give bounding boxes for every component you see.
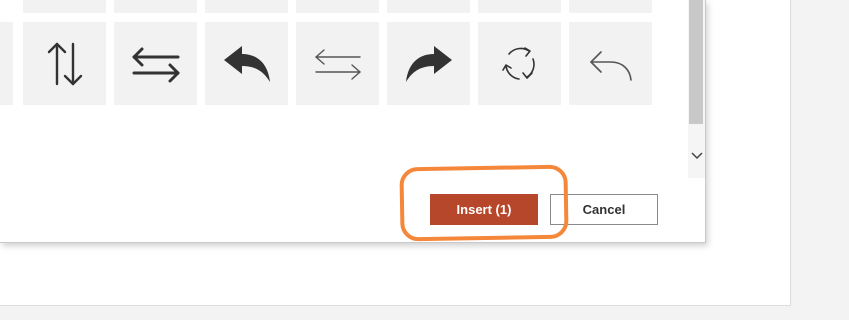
icon-tile[interactable] [0, 22, 13, 105]
icon-tile-up-down-arrows[interactable] [23, 22, 106, 105]
reply-arrow-solid-icon [223, 45, 270, 82]
left-right-arrows-thin-icon [314, 48, 361, 80]
icon-tile[interactable] [205, 0, 288, 13]
icon-tile-undo[interactable] [569, 22, 652, 105]
scrollbar-thumb[interactable] [689, 0, 703, 124]
icon-tile[interactable] [569, 0, 652, 13]
up-down-arrows-icon [47, 42, 82, 85]
icon-tile-refresh[interactable] [478, 22, 561, 105]
icon-tile[interactable] [478, 0, 561, 13]
undo-arrow-thin-icon [589, 50, 632, 81]
insert-button[interactable]: Insert (1) [430, 194, 538, 225]
scroll-down-button[interactable] [688, 146, 705, 166]
icon-grid-scrollbar[interactable] [688, 0, 705, 178]
window-gutter-right [791, 0, 849, 320]
insert-icons-dialog: Insert (1) Cancel [0, 0, 706, 243]
left-right-arrows-icon [132, 47, 179, 82]
cancel-button[interactable]: Cancel [550, 194, 658, 225]
icon-tile[interactable] [387, 0, 470, 13]
icon-tile[interactable] [296, 0, 379, 13]
icon-tile-left-right-thin[interactable] [296, 22, 379, 105]
icon-tile-left-right-arrows[interactable] [114, 22, 197, 105]
icon-grid [0, 0, 688, 178]
icon-tile-forward[interactable] [387, 22, 470, 105]
window-gutter-bottom [0, 306, 849, 320]
icon-tile[interactable] [23, 0, 106, 13]
refresh-cycle-icon [501, 46, 535, 80]
icon-tile[interactable] [114, 0, 197, 13]
chevron-down-icon [690, 152, 703, 160]
icon-tile-reply[interactable] [205, 22, 288, 105]
forward-arrow-solid-icon [405, 45, 452, 82]
